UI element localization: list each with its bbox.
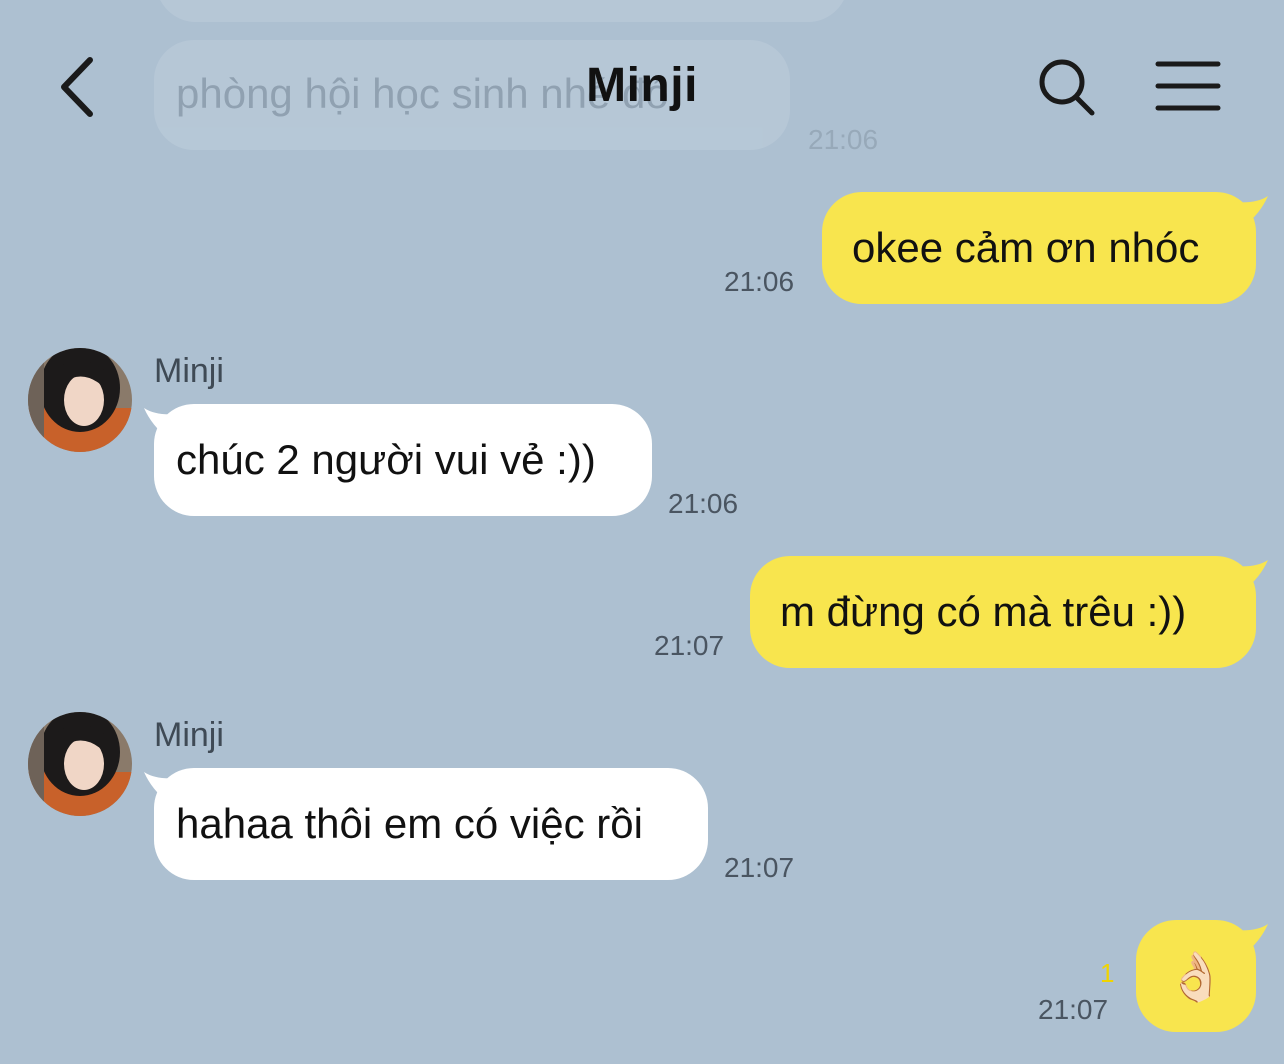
message-time: 21:06 xyxy=(724,266,795,297)
avatar[interactable] xyxy=(28,712,132,816)
message-text: okee cảm ơn nhóc xyxy=(852,224,1200,271)
message-text: hahaa thôi em có việc rồi xyxy=(176,800,643,847)
message-time: 21:06 xyxy=(668,488,739,519)
chat-screen: phòng hội học sinh nhé đó 21:06 Minji 21… xyxy=(0,0,1284,1064)
hamburger-menu-icon[interactable] xyxy=(1154,58,1222,114)
outgoing-message-bubble[interactable]: 👌🏻 xyxy=(1136,920,1268,1032)
avatar[interactable] xyxy=(28,348,132,452)
ok-hand-emoji: 👌🏻 xyxy=(1166,950,1226,1004)
message-time: 21:07 xyxy=(654,630,725,661)
bubble-tail xyxy=(1234,560,1268,590)
search-icon[interactable] xyxy=(1036,56,1100,120)
incoming-message-bubble[interactable]: chúc 2 người vui vẻ :)) xyxy=(144,404,652,516)
bubble-tail xyxy=(144,772,178,802)
outgoing-message-bubble[interactable]: m đừng có mà trêu :)) xyxy=(750,556,1268,668)
bubble-tail xyxy=(144,408,178,438)
sender-name: Minji xyxy=(154,716,224,754)
message-time: 21:07 xyxy=(1038,994,1109,1025)
sender-name: Minji xyxy=(154,352,224,390)
chat-header: Minji xyxy=(0,0,1284,170)
message-time: 21:07 xyxy=(724,852,795,883)
outgoing-message-bubble[interactable]: okee cảm ơn nhóc xyxy=(822,192,1268,304)
message-text: m đừng có mà trêu :)) xyxy=(780,588,1187,635)
message-text: chúc 2 người vui vẻ :)) xyxy=(176,436,596,483)
unread-count: 1 xyxy=(1100,958,1115,988)
incoming-message-bubble[interactable]: hahaa thôi em có việc rồi xyxy=(144,768,708,880)
bubble-tail xyxy=(1234,196,1268,226)
bubble-tail xyxy=(1234,924,1268,954)
